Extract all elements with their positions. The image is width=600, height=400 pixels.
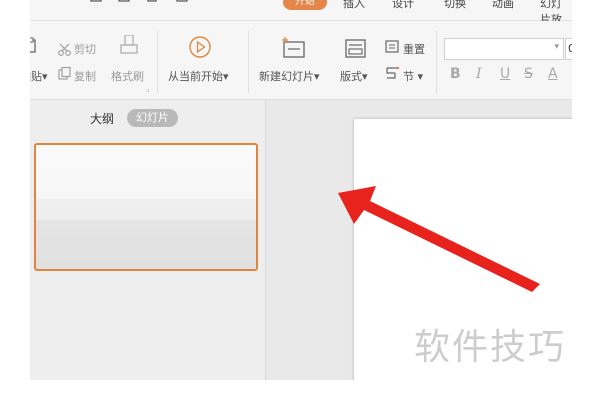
arrow-shape	[338, 186, 540, 292]
watermark-text: 软件技巧	[414, 327, 567, 368]
